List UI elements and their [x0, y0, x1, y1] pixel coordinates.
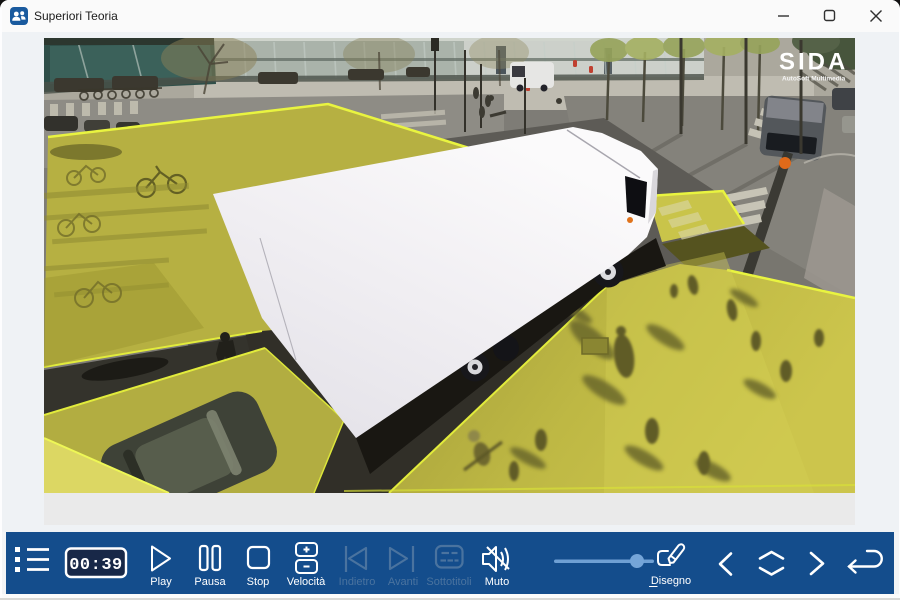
svg-text:AutoSoft Multimedia: AutoSoft Multimedia: [782, 76, 846, 83]
svg-text:Sottotitoli: Sottotitoli: [426, 576, 471, 588]
svg-text:Muto: Muto: [485, 576, 509, 588]
svg-text:Indietro: Indietro: [339, 576, 376, 588]
svg-text:Velocità: Velocità: [287, 576, 326, 588]
svg-text:SIDA: SIDA: [779, 49, 848, 76]
svg-text:Avanti: Avanti: [388, 576, 418, 588]
svg-text:Disegno: Disegno: [651, 575, 691, 587]
svg-text:00:39: 00:39: [69, 556, 123, 575]
svg-text:Pausa: Pausa: [194, 576, 226, 588]
svg-text:Play: Play: [150, 576, 172, 588]
svg-text:Stop: Stop: [247, 576, 270, 588]
